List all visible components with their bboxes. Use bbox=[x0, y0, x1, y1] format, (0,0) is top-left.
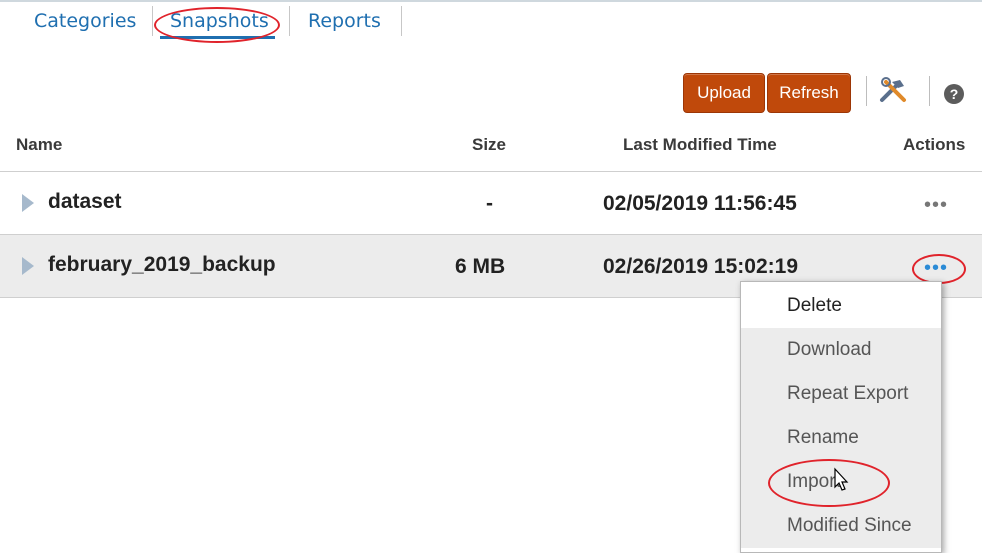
tab-reports[interactable]: Reports bbox=[308, 10, 381, 32]
tab-separator bbox=[289, 6, 290, 36]
toolbar-separator bbox=[929, 76, 930, 106]
refresh-button[interactable]: Refresh bbox=[767, 73, 851, 113]
expand-arrow-icon[interactable] bbox=[22, 257, 34, 275]
column-header-last-modified[interactable]: Last Modified Time bbox=[623, 135, 777, 155]
menu-item-delete[interactable]: Delete bbox=[741, 284, 941, 328]
column-header-actions: Actions bbox=[903, 135, 966, 154]
upload-button[interactable]: Upload bbox=[683, 73, 765, 113]
menu-item-repeat-export[interactable]: Repeat Export bbox=[741, 372, 941, 416]
expand-arrow-icon[interactable] bbox=[22, 194, 34, 212]
hammer-wrench-icon[interactable] bbox=[878, 76, 912, 111]
active-tab-indicator bbox=[160, 36, 275, 39]
row-size: 6 MB bbox=[455, 255, 506, 278]
mouse-cursor-icon bbox=[832, 467, 850, 498]
row-modified: 02/26/2019 15:02:19 bbox=[603, 255, 798, 278]
menu-item-modified-since[interactable]: Modified Since bbox=[741, 504, 941, 548]
tab-bar: Categories Snapshots Reports bbox=[0, 2, 420, 42]
row-size: - bbox=[486, 192, 493, 215]
column-header-size[interactable]: Size bbox=[472, 135, 506, 155]
actions-context-menu: Delete Download Repeat Export Rename Imp… bbox=[740, 281, 942, 553]
help-icon[interactable]: ? bbox=[943, 83, 965, 110]
row-name: february_2019_backup bbox=[48, 253, 276, 276]
row-modified: 02/05/2019 11:56:45 bbox=[603, 192, 797, 215]
svg-text:?: ? bbox=[950, 86, 959, 102]
menu-item-rename[interactable]: Rename bbox=[741, 416, 941, 460]
table-row[interactable]: dataset - 02/05/2019 11:56:45 ••• bbox=[0, 172, 982, 234]
tab-separator bbox=[152, 6, 153, 36]
row-name: dataset bbox=[48, 190, 122, 213]
toolbar-separator bbox=[866, 76, 867, 106]
row-actions-menu[interactable]: ••• bbox=[924, 194, 948, 217]
tab-categories[interactable]: Categories bbox=[34, 10, 136, 32]
tab-separator bbox=[401, 6, 402, 36]
row-actions-menu[interactable]: ••• bbox=[924, 257, 948, 280]
menu-item-download[interactable]: Download bbox=[741, 328, 941, 372]
column-header-name[interactable]: Name bbox=[16, 135, 62, 155]
tab-snapshots[interactable]: Snapshots bbox=[170, 10, 269, 32]
